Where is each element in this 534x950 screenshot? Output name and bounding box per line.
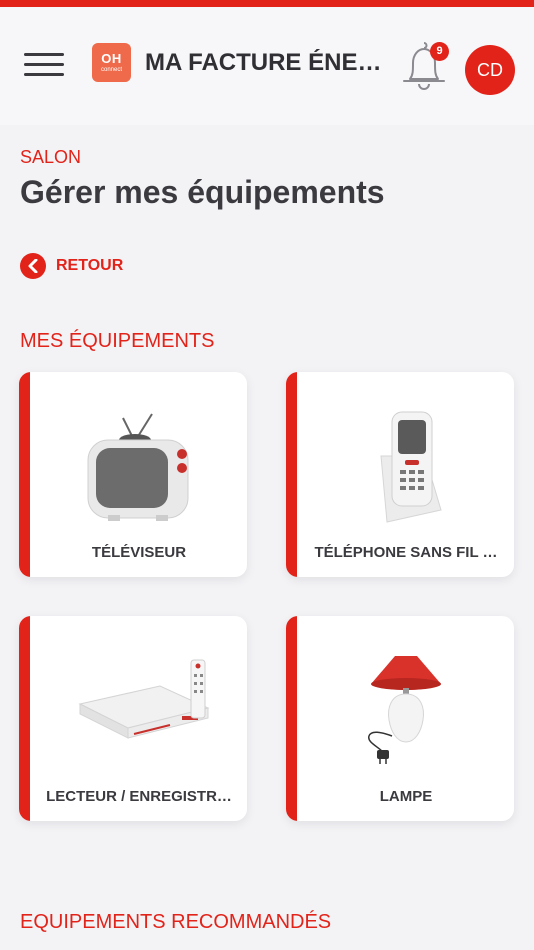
equipment-label: LAMPE xyxy=(379,788,433,805)
app-title: MA FACTURE ÉNERGÉTIQUE xyxy=(145,49,395,76)
recommended-equipment-heading: EQUIPEMENTS RECOMMANDÉS xyxy=(20,911,332,933)
chevron-left-icon xyxy=(20,253,46,279)
app-logo: OH connect xyxy=(92,43,131,82)
user-avatar[interactable]: CD xyxy=(465,45,515,95)
equipment-card-tv[interactable]: TÉLÉVISEUR xyxy=(19,372,247,577)
hamburger-menu-icon[interactable] xyxy=(24,53,64,77)
cordless-phone-icon xyxy=(380,411,442,523)
equipment-card-lamp[interactable]: LAMPE xyxy=(286,616,514,821)
card-accent xyxy=(19,616,30,821)
tv-icon xyxy=(87,413,189,521)
my-equipment-heading: MES ÉQUIPEMENTS xyxy=(20,330,215,352)
dvd-recorder-icon xyxy=(78,659,210,739)
notification-badge: 9 xyxy=(430,42,449,61)
room-label: SALON xyxy=(20,147,82,167)
back-button[interactable]: RETOUR xyxy=(20,253,123,279)
card-accent xyxy=(286,372,297,577)
equipment-card-phone[interactable]: TÉLÉPHONE SANS FIL … xyxy=(286,372,514,577)
equipment-label: TÉLÉVISEUR xyxy=(91,544,187,561)
lamp-icon xyxy=(368,656,441,764)
card-accent xyxy=(19,372,30,577)
equipment-card-recorder[interactable]: LECTEUR / ENREGISTR… xyxy=(19,616,247,821)
back-label: RETOUR xyxy=(56,257,124,274)
page-title: Gérer mes équipements xyxy=(20,174,385,210)
app-header: OH connect MA FACTURE ÉNERGÉTIQUE 9 CD xyxy=(0,7,534,125)
equipment-label: TÉLÉPHONE SANS FIL … xyxy=(314,544,498,561)
equipment-label: LECTEUR / ENREGISTR… xyxy=(46,788,232,805)
top-accent-stripe xyxy=(0,0,534,7)
card-accent xyxy=(286,616,297,821)
